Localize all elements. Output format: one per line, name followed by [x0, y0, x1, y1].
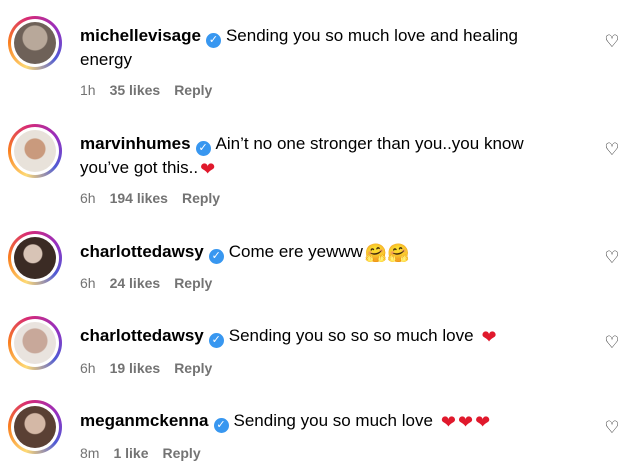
avatar[interactable]	[8, 400, 62, 454]
comment-username[interactable]: meganmckenna	[80, 411, 209, 430]
reply-button[interactable]: Reply	[174, 82, 212, 98]
heart-outline-icon[interactable]: ♡	[602, 333, 622, 353]
comment-text: Sending you so much love and healing	[225, 26, 519, 45]
verified-badge-icon: ✓	[195, 141, 211, 156]
heart-emoji: ❤	[481, 327, 497, 347]
comment-username[interactable]: marvinhumes	[80, 134, 191, 153]
comment-username[interactable]: charlottedawsy	[80, 242, 204, 261]
verified-badge-icon: ✓	[205, 33, 221, 48]
comment-meta: 6h 194 likes Reply	[80, 188, 234, 208]
comment-text: Come ere yewww	[228, 242, 363, 261]
likes-count[interactable]: 1 like	[113, 445, 148, 461]
comment-text: Ain’t no one stronger than you..you know	[215, 134, 524, 153]
likes-count[interactable]: 24 likes	[110, 275, 161, 291]
comment-meta: 8m 1 like Reply	[80, 443, 215, 463]
comment-meta: 6h 19 likes Reply	[80, 358, 226, 378]
comment-time: 8m	[80, 445, 100, 461]
comment-username[interactable]: michellevisage	[80, 26, 201, 45]
heart-emoji: ❤❤❤	[440, 412, 493, 432]
heart-outline-icon[interactable]: ♡	[602, 418, 622, 438]
avatar[interactable]	[8, 124, 62, 178]
comment-time: 6h	[80, 360, 96, 376]
heart-outline-icon[interactable]: ♡	[602, 32, 622, 52]
heart-outline-icon[interactable]: ♡	[602, 248, 622, 268]
reply-button[interactable]: Reply	[174, 360, 212, 376]
comment-text-continued: energy	[80, 50, 132, 69]
verified-badge-icon: ✓	[208, 333, 224, 348]
comment-time: 6h	[80, 275, 96, 291]
avatar[interactable]	[8, 16, 62, 70]
verified-badge-icon: ✓	[208, 249, 224, 264]
comment-meta: 1h 35 likes Reply	[80, 80, 226, 100]
heart-emoji: ❤	[200, 159, 216, 179]
avatar[interactable]	[8, 316, 62, 370]
verified-badge-icon: ✓	[213, 418, 229, 433]
comment-username[interactable]: charlottedawsy	[80, 326, 204, 345]
reply-button[interactable]: Reply	[174, 275, 212, 291]
avatar[interactable]	[8, 231, 62, 285]
hugging-face-emoji: 🤗🤗	[364, 243, 410, 263]
likes-count[interactable]: 19 likes	[110, 360, 161, 376]
comment-time: 6h	[80, 190, 96, 206]
comment-meta: 6h 24 likes Reply	[80, 273, 226, 293]
comment-text: Sending you so much love	[233, 411, 433, 430]
likes-count[interactable]: 35 likes	[110, 82, 161, 98]
comment-time: 1h	[80, 82, 96, 98]
heart-outline-icon[interactable]: ♡	[602, 140, 622, 160]
reply-button[interactable]: Reply	[182, 190, 220, 206]
comment-text-continued: you’ve got this..	[80, 158, 199, 177]
comment-text: Sending you so so so much love	[228, 326, 474, 345]
likes-count[interactable]: 194 likes	[110, 190, 168, 206]
reply-button[interactable]: Reply	[162, 445, 200, 461]
